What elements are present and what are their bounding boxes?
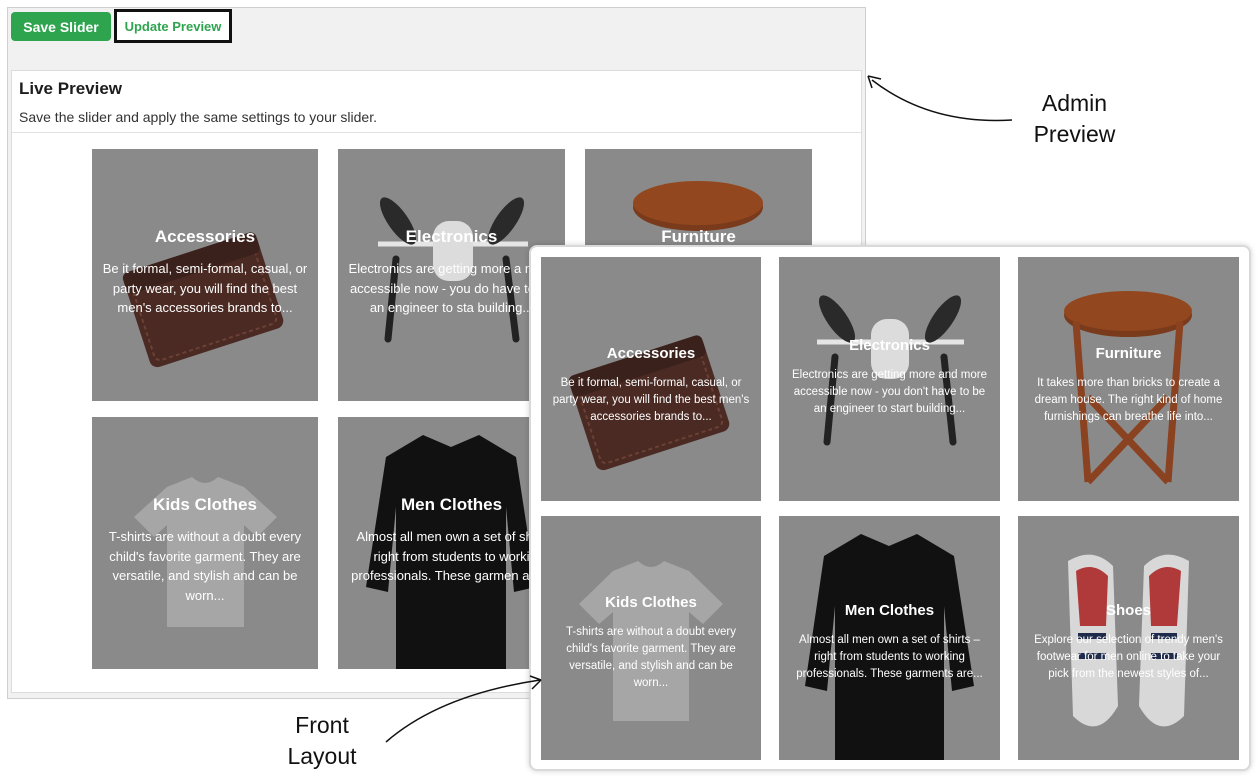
card-description: T-shirts are without a doubt every child… — [565, 626, 737, 689]
save-slider-button[interactable]: Save Slider — [11, 12, 111, 41]
admin-card-accessories[interactable]: Accessories Be it formal, semi-formal, c… — [92, 149, 318, 401]
admin-preview-arrowhead — [867, 75, 882, 89]
front-card-kids-clothes[interactable]: Kids Clothes T-shirts are without a doub… — [541, 516, 761, 760]
card-description: Explore our selection of trendy men's fo… — [1034, 634, 1223, 680]
front-layout-label: Front Layout — [287, 712, 357, 769]
card-title: Furniture — [661, 227, 736, 246]
card-description: T-shirts are without a doubt every child… — [108, 529, 302, 603]
front-card-men-clothes[interactable]: Men Clothes Almost all men own a set of … — [779, 516, 1000, 760]
front-card-furniture[interactable]: Furniture It takes more than bricks to c… — [1018, 257, 1239, 501]
toolbar: Save Slider Update Preview — [8, 8, 865, 70]
card-title: Kids Clothes — [153, 495, 257, 514]
card-description: Be it formal, semi-formal, casual, or pa… — [102, 261, 308, 315]
card-title: Men Clothes — [844, 602, 935, 619]
front-card-accessories[interactable]: Accessories Be it formal, semi-formal, c… — [541, 257, 761, 501]
card-title: Shoes — [1105, 602, 1151, 619]
card-description: Electronics are getting more and more ac… — [792, 369, 987, 415]
update-preview-button[interactable]: Update Preview — [114, 9, 232, 43]
admin-preview-label: Admin Preview — [1033, 90, 1116, 147]
card-description: Electronics are getting more a more acce… — [348, 261, 555, 315]
live-preview-title: Live Preview — [19, 79, 123, 98]
admin-card-kids-clothes[interactable]: Kids Clothes T-shirts are without a doub… — [92, 417, 318, 669]
card-title: Accessories — [606, 345, 696, 362]
front-card-shoes[interactable]: Shoes Explore our selection of trendy me… — [1018, 516, 1239, 760]
front-card-electronics[interactable]: Electronics Electronics are getting more… — [779, 257, 1000, 501]
card-title: Electronics — [849, 337, 930, 354]
card-title: Kids Clothes — [605, 594, 697, 611]
card-title: Accessories — [154, 227, 256, 246]
card-description: Almost all men own a set of shirts – rig… — [796, 634, 983, 680]
card-title: Men Clothes — [400, 495, 503, 514]
card-description: Almost all men own a set of shi – right … — [351, 529, 552, 583]
front-layout-panel: Accessories Be it formal, semi-formal, c… — [529, 245, 1251, 771]
admin-preview-arrow — [871, 79, 1013, 122]
card-description: It takes more than bricks to create a dr… — [1034, 377, 1223, 423]
live-preview-subtitle: Save the slider and apply the same setti… — [19, 109, 377, 125]
card-description: Be it formal, semi-formal, casual, or pa… — [552, 377, 750, 423]
live-preview-header: Live Preview Save the slider and apply t… — [12, 71, 861, 133]
card-title: Electronics — [405, 227, 498, 246]
card-title: Furniture — [1095, 345, 1162, 362]
